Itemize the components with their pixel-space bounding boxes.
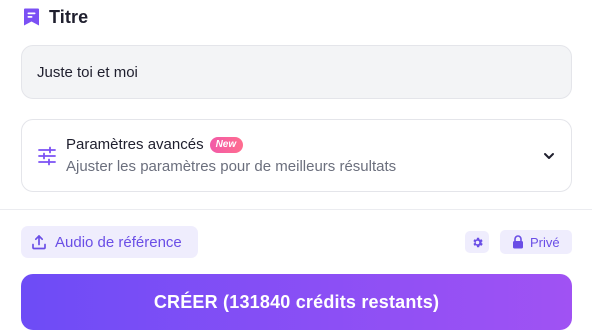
bookmark-icon xyxy=(22,7,40,27)
new-badge: New xyxy=(209,136,244,153)
advanced-subtitle: Ajuster les paramètres pour de meilleurs… xyxy=(66,158,397,175)
title-section-header: Titre xyxy=(22,6,88,28)
settings-button[interactable] xyxy=(465,231,489,253)
advanced-title: Paramètres avancés xyxy=(66,136,204,153)
create-button[interactable]: CRÉER (131840 crédits restants) xyxy=(21,274,572,330)
advanced-settings-toggle[interactable]: Paramètres avancés New Ajuster les param… xyxy=(21,119,572,192)
sliders-icon xyxy=(37,146,57,166)
section-divider xyxy=(0,209,592,210)
privacy-label: Privé xyxy=(530,234,560,250)
upload-icon xyxy=(31,234,47,250)
chevron-down-icon[interactable] xyxy=(541,148,557,164)
gear-icon xyxy=(471,236,484,249)
lock-icon xyxy=(512,235,524,249)
reference-audio-label: Audio de référence xyxy=(55,233,182,251)
advanced-title-row: Paramètres avancés New xyxy=(66,136,244,153)
section-title: Titre xyxy=(49,6,89,27)
privacy-toggle[interactable]: Privé xyxy=(500,230,572,254)
title-input[interactable] xyxy=(21,45,572,99)
reference-audio-button[interactable]: Audio de référence xyxy=(21,226,198,258)
